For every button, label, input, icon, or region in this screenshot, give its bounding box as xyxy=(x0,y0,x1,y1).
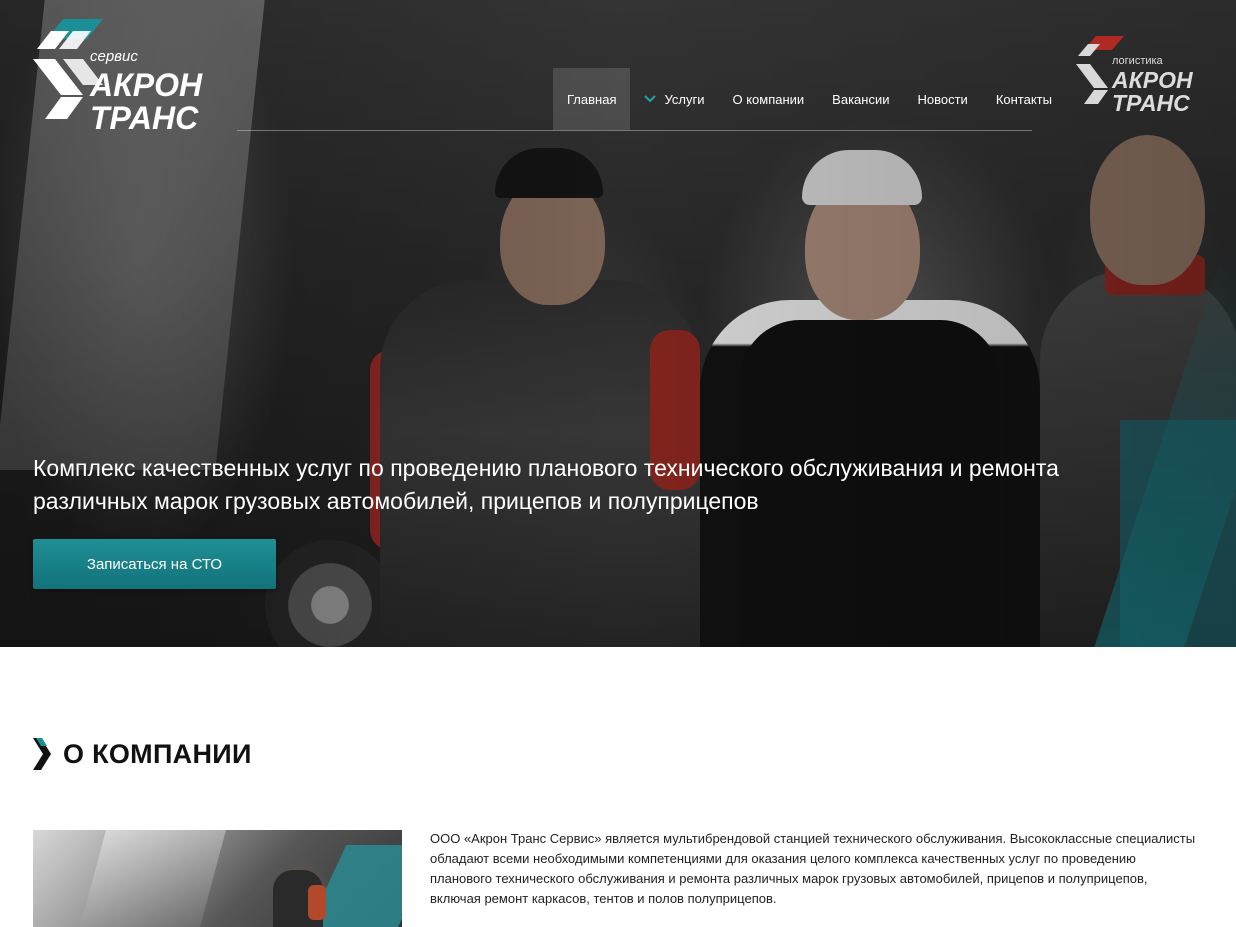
logo-left-line1: АКРОН xyxy=(89,67,203,103)
about-heading: О КОМПАНИИ xyxy=(33,738,252,770)
book-service-button[interactable]: Записаться на СТО xyxy=(33,539,276,589)
nav-item-contacts[interactable]: Контакты xyxy=(982,68,1066,130)
nav-item-home[interactable]: Главная xyxy=(553,68,631,130)
nav-item-label: Вакансии xyxy=(832,91,890,107)
about-photo xyxy=(33,830,402,927)
chevron-down-icon xyxy=(644,95,657,103)
nav-item-label: Новости xyxy=(917,91,968,107)
logo-akron-trans-logistics[interactable]: логистика АКРОН ТРАНС xyxy=(1076,36,1201,116)
nav-divider xyxy=(237,130,1032,131)
nav-item-label: Услуги xyxy=(664,91,705,107)
hero-title: Комплекс качественных услуг по проведени… xyxy=(33,455,1059,514)
logo-right-line2: ТРАНС xyxy=(1112,90,1190,116)
logo-left-small-text: сервис xyxy=(90,48,138,65)
nav-item-label: Главная xyxy=(567,91,617,107)
nav-item-vacancies[interactable]: Вакансии xyxy=(818,68,903,130)
nav-item-label: Контакты xyxy=(995,91,1052,107)
about-description: ООО «Акрон Транс Сервис» является мульти… xyxy=(430,831,1196,906)
nav-item-services[interactable]: Услуги xyxy=(630,68,718,130)
chevron-right-icon xyxy=(33,738,51,770)
nav-item-label: О компании xyxy=(732,91,805,107)
about-photo-truck xyxy=(80,830,226,927)
logo-akron-trans-service[interactable]: сервис АКРОН ТРАНС xyxy=(33,17,213,136)
logo-right-small-text: логистика xyxy=(1112,55,1164,67)
about-photo-worker-sleeve xyxy=(308,885,326,920)
main-nav: Главная Услуги О компании Вакансии Новос… xyxy=(553,68,1066,130)
logo-service-mark-icon: сервис АКРОН ТРАНС xyxy=(33,19,203,136)
nav-item-about[interactable]: О компании xyxy=(718,68,818,130)
logo-logistics-mark-icon: логистика АКРОН ТРАНС xyxy=(1076,36,1193,116)
nav-item-news[interactable]: Новости xyxy=(903,68,981,130)
logo-left-line2: ТРАНС xyxy=(90,100,199,132)
section-title: О КОМПАНИИ xyxy=(63,738,252,769)
